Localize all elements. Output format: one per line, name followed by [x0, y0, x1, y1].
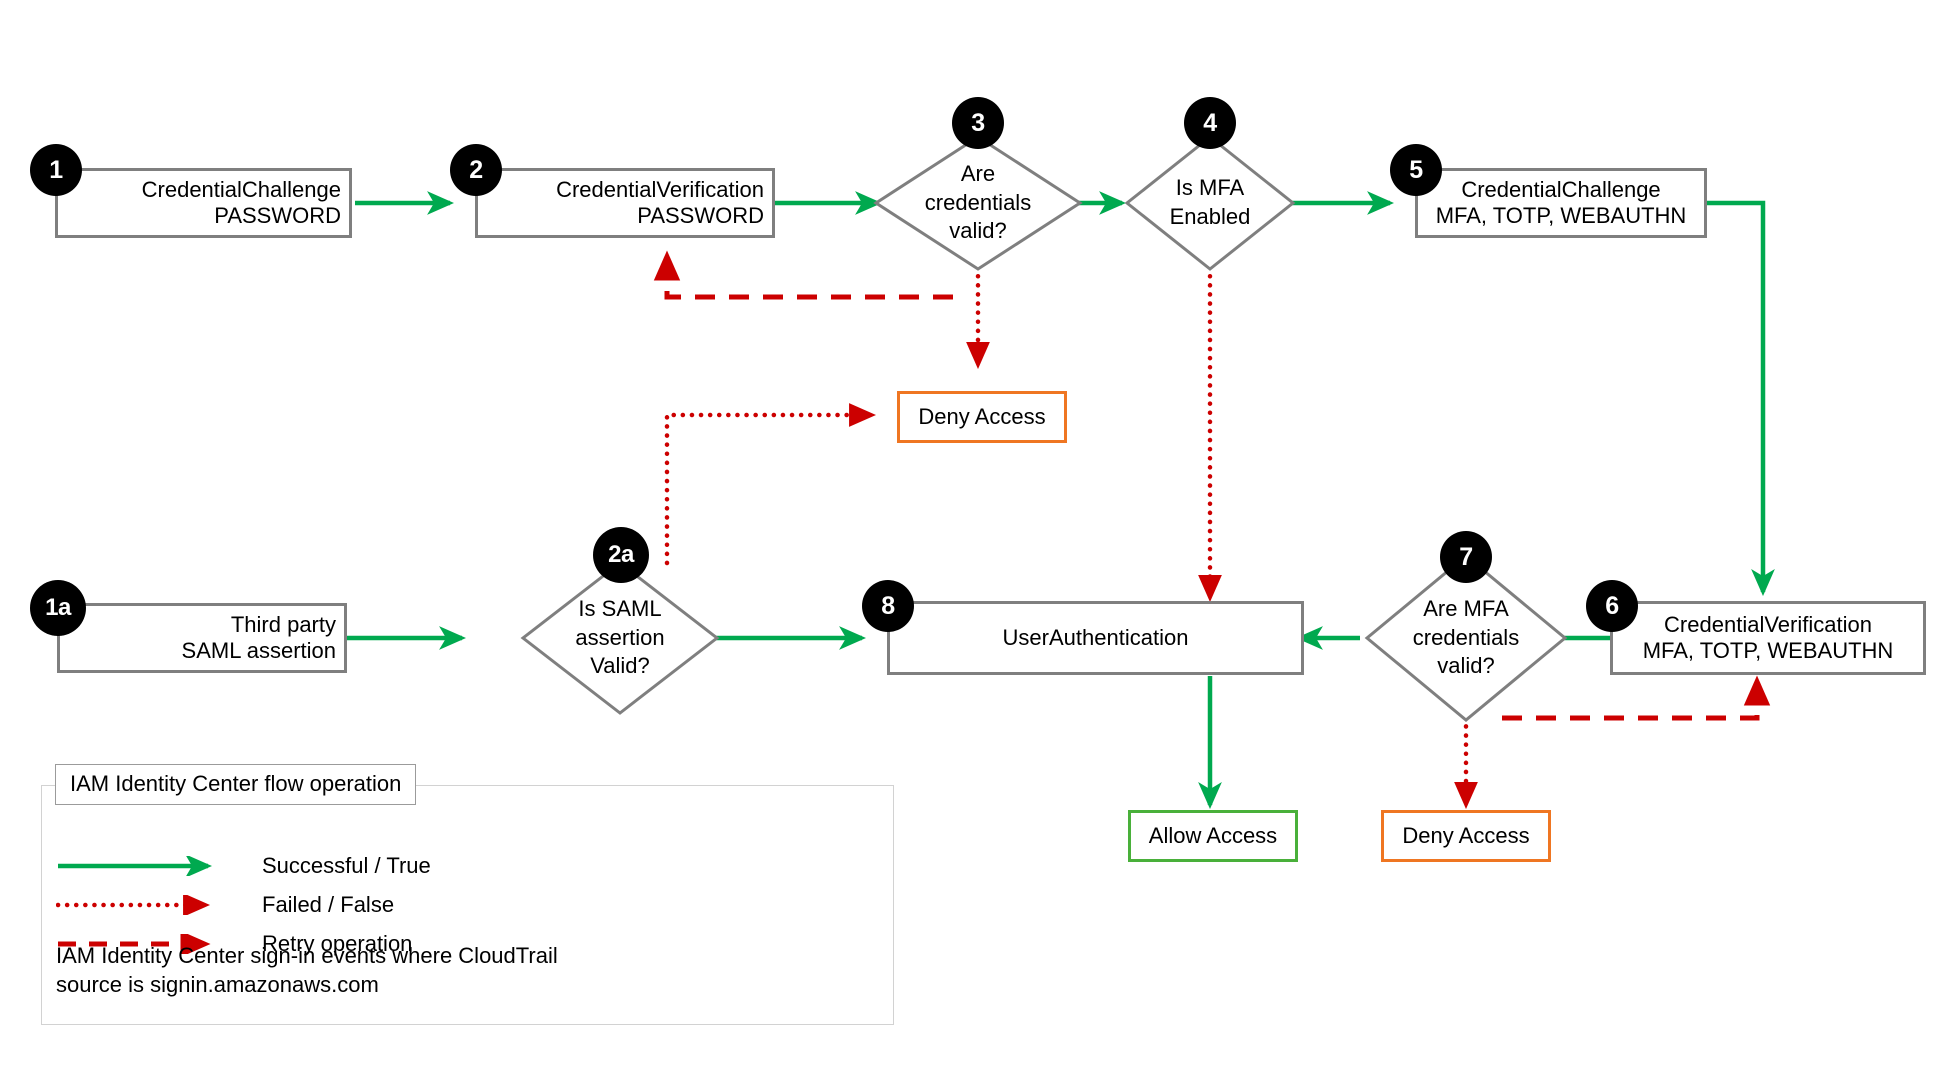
legend-swatch-dotted-red [56, 895, 211, 915]
node-3-line-1: Are [960, 161, 996, 187]
badge-2: 2 [450, 144, 502, 196]
node-4-is-mfa-enabled[interactable]: Is MFA Enabled [1127, 137, 1293, 269]
legend-swatch-solid-green [58, 856, 213, 876]
legend-panel: IAM Identity Center flow operation Succe… [41, 764, 894, 1025]
node-3-are-credentials-valid[interactable]: Are credentials valid? [876, 137, 1080, 269]
node-4-line-1: Is MFA [1175, 175, 1245, 201]
legend-label-successful: Successful / True [262, 853, 431, 878]
node-2a-label: Is SAML assertion Valid? [523, 563, 717, 713]
flowchart-canvas: CredentialChallenge PASSWORD 1 Credentia… [0, 0, 1940, 1091]
legend-title: IAM Identity Center flow operation [55, 764, 417, 805]
node-1-credential-challenge-password[interactable]: CredentialChallenge PASSWORD [55, 168, 352, 238]
node-1-line-2: PASSWORD [214, 203, 341, 228]
node-1-line-1: CredentialChallenge [141, 177, 341, 203]
node-4-line-2: Enabled [1169, 204, 1251, 229]
node-2a-line-2: assertion [575, 624, 665, 650]
legend-row-successful: Successful / True [56, 849, 856, 883]
node-5-line-1: CredentialChallenge [1461, 177, 1661, 203]
badge-2a: 2a [593, 527, 649, 583]
badge-8: 8 [862, 580, 914, 632]
badge-4: 4 [1184, 97, 1236, 149]
badge-6: 6 [1586, 580, 1638, 632]
node-5-credential-challenge-mfa[interactable]: CredentialChallenge MFA, TOTP, WEBAUTHN [1415, 168, 1707, 238]
node-2a-line-1: Is SAML [578, 596, 662, 622]
badge-1a: 1a [30, 580, 86, 636]
node-2a-is-saml-assertion-valid[interactable]: Is SAML assertion Valid? [523, 563, 717, 713]
node-2a-line-3: Valid? [590, 653, 650, 679]
node-7-line-1: Are MFA [1423, 596, 1509, 622]
badge-7: 7 [1440, 531, 1492, 583]
node-8-line-1: UserAuthentication [1002, 625, 1189, 651]
legend-note: IAM Identity Center sign-in events where… [56, 941, 558, 1000]
node-6-line-2: MFA, TOTP, WEBAUTHN [1642, 638, 1894, 663]
node-7-line-2: credentials [1412, 624, 1520, 650]
node-1a-line-1: Third party [230, 612, 336, 638]
badge-1: 1 [30, 144, 82, 196]
legend-note-line-1: IAM Identity Center sign-in events where… [56, 943, 558, 968]
deny-access-box-top[interactable]: Deny Access [897, 391, 1067, 443]
node-8-user-authentication[interactable]: UserAuthentication [887, 601, 1304, 675]
node-2-credential-verification-password[interactable]: CredentialVerification PASSWORD [475, 168, 775, 238]
node-2-line-1: CredentialVerification [556, 177, 764, 203]
badge-5: 5 [1390, 144, 1442, 196]
badge-3: 3 [952, 97, 1004, 149]
deny-access-box-bottom[interactable]: Deny Access [1381, 810, 1551, 862]
allow-access-box[interactable]: Allow Access [1128, 810, 1298, 862]
node-5-line-2: MFA, TOTP, WEBAUTHN [1435, 203, 1687, 228]
legend-row-failed: Failed / False [56, 888, 856, 922]
node-2-line-2: PASSWORD [637, 203, 764, 228]
node-3-label: Are credentials valid? [876, 137, 1080, 269]
node-3-line-2: credentials [924, 189, 1032, 215]
node-1a-third-party-saml-assertion[interactable]: Third party SAML assertion [57, 603, 347, 673]
legend-note-line-2: source is signin.amazonaws.com [56, 972, 379, 998]
node-6-credential-verification-mfa[interactable]: CredentialVerification MFA, TOTP, WEBAUT… [1610, 601, 1926, 675]
node-4-label: Is MFA Enabled [1127, 137, 1293, 269]
node-3-line-3: valid? [949, 218, 1007, 244]
node-1a-line-2: SAML assertion [181, 638, 336, 663]
node-6-line-1: CredentialVerification [1664, 612, 1872, 638]
legend-label-failed: Failed / False [262, 892, 395, 917]
node-7-line-3: valid? [1437, 653, 1495, 679]
